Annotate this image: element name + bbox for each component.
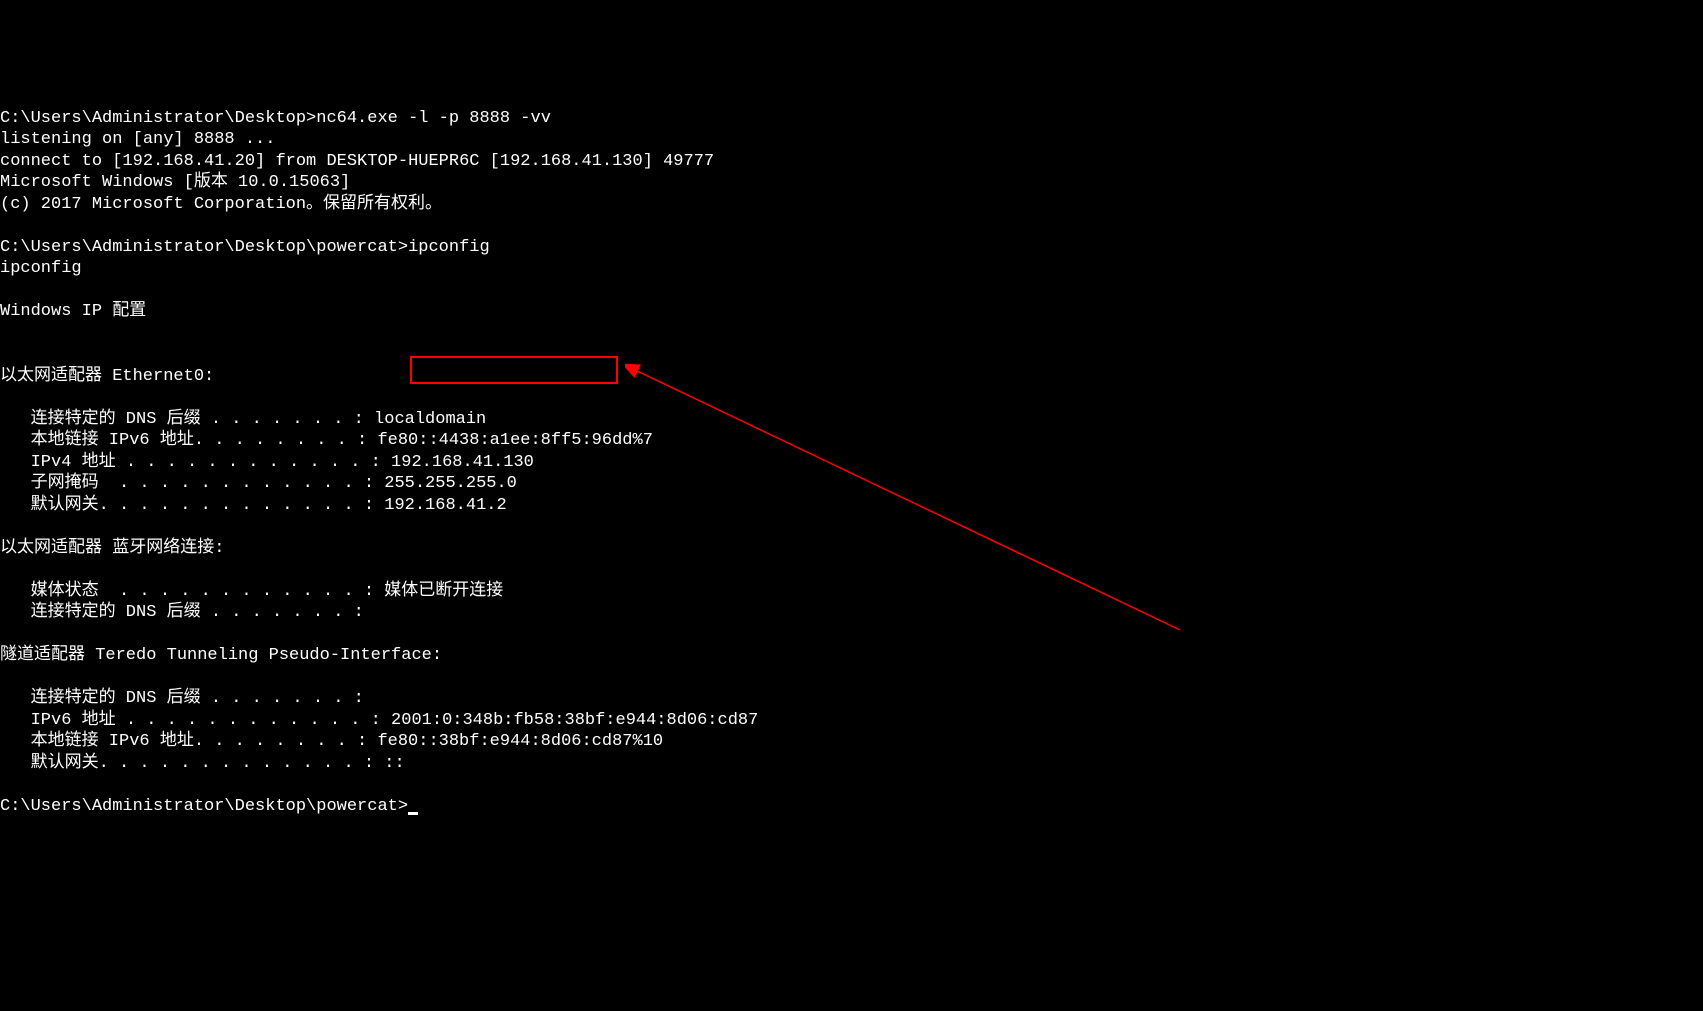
terminal-line: 连接特定的 DNS 后缀 . . . . . . . : xyxy=(0,603,374,622)
terminal-line: C:\Users\Administrator\Desktop\powercat>… xyxy=(0,238,490,257)
terminal-line: 默认网关. . . . . . . . . . . . . : 192.168.… xyxy=(0,496,507,515)
terminal-line: ipconfig xyxy=(0,259,82,278)
terminal-line: 本地链接 IPv6 地址. . . . . . . . : fe80::38bf… xyxy=(0,732,663,751)
terminal-prompt: C:\Users\Administrator\Desktop\powercat> xyxy=(0,797,408,816)
terminal-line: IPv4 地址 . . . . . . . . . . . . : 192.16… xyxy=(0,453,534,472)
terminal-line: 连接特定的 DNS 后缀 . . . . . . . : localdomain xyxy=(0,410,486,429)
terminal-line: 连接特定的 DNS 后缀 . . . . . . . : xyxy=(0,689,374,708)
terminal-line: 本地链接 IPv6 地址. . . . . . . . : fe80::4438… xyxy=(0,431,653,450)
terminal-line: 隧道适配器 Teredo Tunneling Pseudo-Interface: xyxy=(0,646,442,665)
cursor-icon xyxy=(408,812,418,815)
terminal-line: listening on [any] 8888 ... xyxy=(0,130,275,149)
terminal-line: Windows IP 配置 xyxy=(0,302,146,321)
terminal-line: Microsoft Windows [版本 10.0.15063] xyxy=(0,173,350,192)
terminal-line: 默认网关. . . . . . . . . . . . . : :: xyxy=(0,754,405,773)
terminal-line: 媒体状态 . . . . . . . . . . . . : 媒体已断开连接 xyxy=(0,582,503,601)
terminal-output[interactable]: C:\Users\Administrator\Desktop>nc64.exe … xyxy=(0,86,1703,817)
terminal-line: C:\Users\Administrator\Desktop>nc64.exe … xyxy=(0,109,551,128)
terminal-line: connect to [192.168.41.20] from DESKTOP-… xyxy=(0,152,714,171)
terminal-line: 以太网适配器 蓝牙网络连接: xyxy=(0,539,224,558)
terminal-line: 子网掩码 . . . . . . . . . . . . : 255.255.2… xyxy=(0,474,517,493)
terminal-line: 以太网适配器 Ethernet0: xyxy=(0,367,214,386)
terminal-line: (c) 2017 Microsoft Corporation。保留所有权利。 xyxy=(0,195,442,214)
terminal-line: IPv6 地址 . . . . . . . . . . . . : 2001:0… xyxy=(0,711,758,730)
